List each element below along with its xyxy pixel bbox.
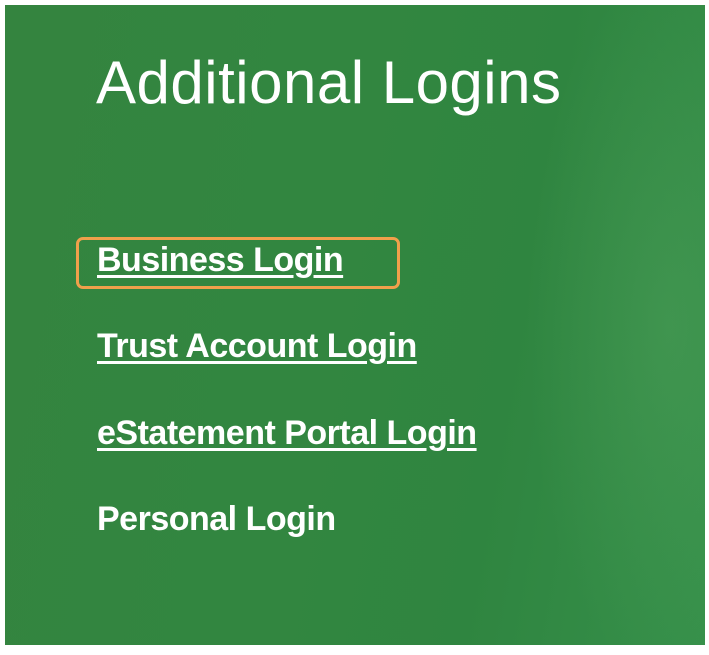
- login-links-list: Business Login Trust Account Login eStat…: [5, 5, 705, 645]
- trust-account-login-link[interactable]: Trust Account Login: [97, 326, 417, 366]
- additional-logins-panel: Additional Logins Business Login Trust A…: [5, 5, 705, 645]
- personal-login-link[interactable]: Personal Login: [97, 499, 336, 539]
- estatement-portal-login-link[interactable]: eStatement Portal Login: [97, 413, 477, 453]
- business-login-link[interactable]: Business Login: [97, 240, 344, 280]
